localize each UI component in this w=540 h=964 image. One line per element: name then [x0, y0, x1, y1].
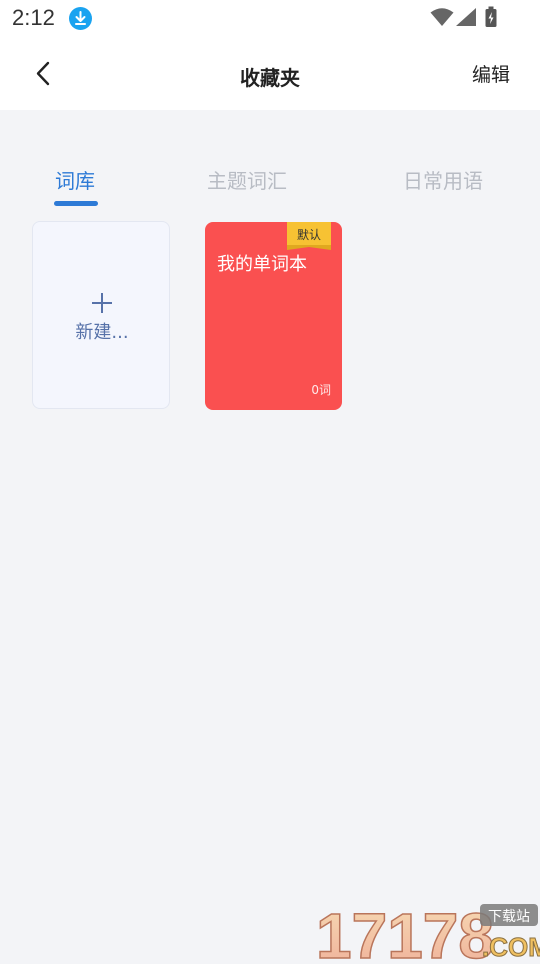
download-icon — [69, 7, 92, 30]
new-wordbook-card[interactable]: 新建... — [32, 221, 170, 409]
word-count: 0词 — [311, 383, 331, 397]
signal-icon — [456, 8, 476, 26]
battery-icon — [485, 6, 497, 27]
plus-icon — [92, 293, 112, 313]
default-badge: 默认 — [287, 222, 331, 247]
wifi-icon — [430, 8, 454, 26]
badge-ribbon-icon — [287, 245, 331, 250]
active-tab-indicator — [54, 201, 98, 206]
svg-text:下载站: 下载站 — [488, 909, 530, 925]
status-bar: 2:12 — [0, 0, 540, 38]
svg-text:17178: 17178 — [316, 900, 494, 960]
tab-word-library[interactable]: 词库 — [55, 165, 95, 194]
app-bar: 收藏夹 编辑 — [0, 38, 540, 110]
new-wordbook-label: 新建... — [75, 322, 129, 343]
page-title: 收藏夹 — [240, 66, 300, 90]
category-tabs: 词库 主题词汇 日常用语 — [0, 160, 540, 210]
tab-daily-phrases[interactable]: 日常用语 — [403, 165, 483, 194]
wordbook-title: 我的单词本 — [217, 254, 307, 275]
tab-topic-vocabulary[interactable]: 主题词汇 — [207, 165, 287, 194]
edit-button[interactable]: 编辑 — [472, 60, 510, 87]
watermark-logo: 17178 下载站 .COM — [315, 899, 540, 964]
status-time: 2:12 — [12, 5, 55, 30]
svg-text:.COM: .COM — [482, 932, 540, 960]
wordbook-card[interactable]: 我的单词本 默认 0词 — [205, 222, 342, 410]
